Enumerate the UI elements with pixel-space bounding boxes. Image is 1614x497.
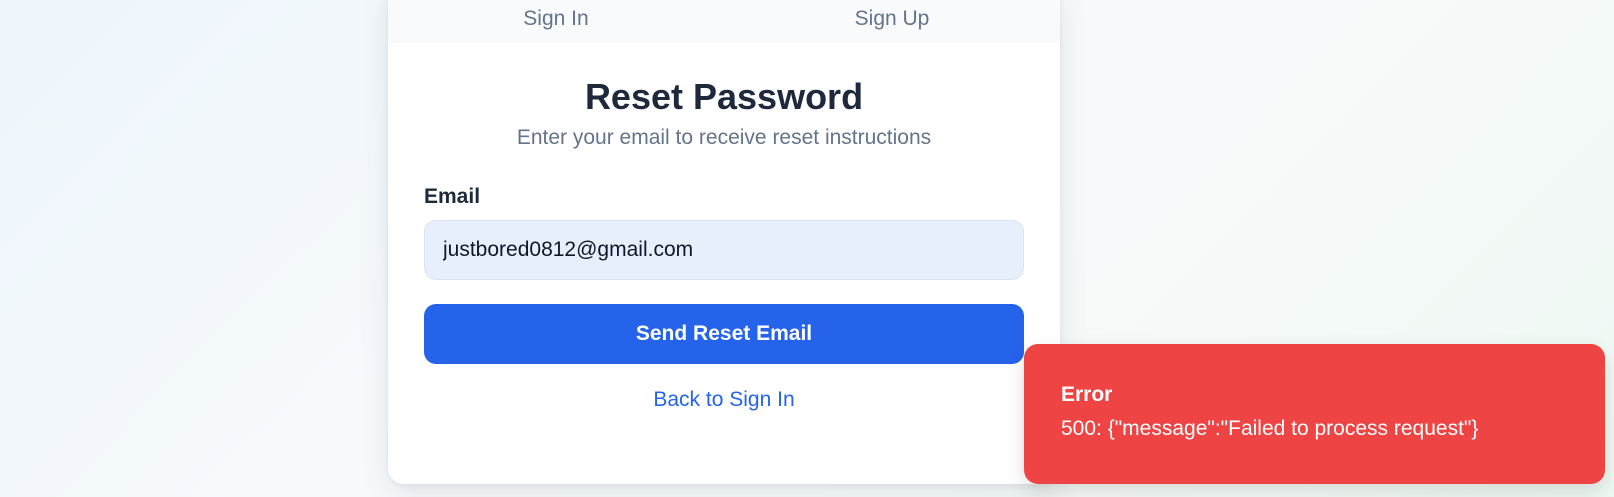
back-to-sign-in-link[interactable]: Back to Sign In bbox=[388, 388, 1060, 412]
toast-message: 500: {"message":"Failed to process reque… bbox=[1061, 417, 1479, 440]
email-label: Email bbox=[424, 185, 481, 208]
email-field[interactable] bbox=[424, 220, 1024, 280]
tab-sign-in[interactable]: Sign In bbox=[388, 0, 724, 43]
toast-title: Error bbox=[1061, 383, 1113, 406]
reset-password-card: Sign In Sign Up Reset Password Enter you… bbox=[388, 0, 1060, 484]
page-title: Reset Password bbox=[584, 76, 864, 117]
send-reset-email-button[interactable]: Send Reset Email bbox=[424, 304, 1024, 364]
tab-sign-up[interactable]: Sign Up bbox=[724, 0, 1060, 43]
error-toast[interactable]: Error 500: {"message":"Failed to process… bbox=[1024, 344, 1605, 484]
page-subtitle: Enter your email to receive reset instru… bbox=[516, 126, 932, 149]
auth-tabs: Sign In Sign Up bbox=[388, 0, 1060, 43]
